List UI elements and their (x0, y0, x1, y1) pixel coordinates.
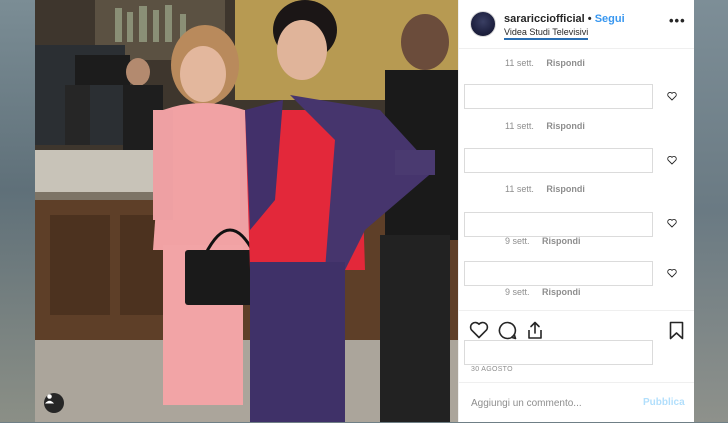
comment-meta: 11 sett. Rispondi (505, 121, 585, 131)
reply-button[interactable]: Rispondi (542, 287, 581, 297)
comment-heart-icon[interactable] (667, 91, 677, 101)
reply-button[interactable]: Rispondi (546, 184, 585, 194)
comment-time: 11 sett. (505, 121, 534, 131)
separator-dot: • (587, 13, 592, 25)
comment-time: 9 sett. (505, 287, 530, 297)
user-tag-icon[interactable] (44, 393, 64, 413)
comment-meta: 11 sett. Rispondi (505, 58, 585, 68)
more-options-icon[interactable]: ••• (669, 13, 686, 28)
post-date: 30 AGOSTO (471, 366, 513, 373)
bookmark-icon[interactable] (669, 321, 684, 340)
comment-input[interactable] (471, 394, 621, 412)
photo-illustration (35, 0, 458, 422)
comment-time: 9 sett. (505, 236, 530, 246)
follow-button[interactable]: Segui (595, 13, 625, 25)
background-left (0, 0, 35, 422)
comment-time: 11 sett. (505, 58, 534, 68)
comment-heart-icon[interactable] (667, 268, 677, 278)
reply-button[interactable]: Rispondi (546, 58, 585, 68)
reply-button[interactable]: Rispondi (542, 236, 581, 246)
heart-icon[interactable] (469, 321, 489, 339)
comment-icon[interactable] (498, 321, 517, 340)
add-comment-row: Pubblica (459, 382, 694, 423)
comment-text-box (464, 261, 653, 286)
comment-heart-icon[interactable] (667, 155, 677, 165)
comment-meta: 11 sett. Rispondi (505, 184, 585, 194)
comment-text-box (464, 212, 653, 237)
comment-time: 11 sett. (505, 184, 534, 194)
share-icon[interactable] (526, 321, 544, 340)
comment-text-box (464, 148, 653, 173)
comments-list: 11 sett. Rispondi 11 sett. Rispondi 11 s… (459, 48, 694, 310)
username-link[interactable]: sararicciofficial (504, 13, 585, 25)
comment-heart-icon[interactable] (667, 218, 677, 228)
post-side-panel: sararicciofficial • Segui Videa Studi Te… (458, 0, 694, 422)
username-line: sararicciofficial • Segui (504, 13, 625, 25)
comment-meta: 9 sett. Rispondi (505, 236, 581, 246)
comment-meta: 9 sett. Rispondi (505, 287, 581, 297)
comment-text-box (464, 84, 653, 109)
publish-button[interactable]: Pubblica (643, 397, 685, 408)
location-link[interactable]: Videa Studi Televisivi (504, 27, 589, 40)
likes-box (464, 340, 653, 365)
post-photo[interactable] (35, 0, 458, 422)
background-right (693, 0, 728, 422)
profile-avatar[interactable] (470, 11, 496, 37)
post-header: sararicciofficial • Segui Videa Studi Te… (459, 0, 694, 49)
reply-button[interactable]: Rispondi (546, 121, 585, 131)
